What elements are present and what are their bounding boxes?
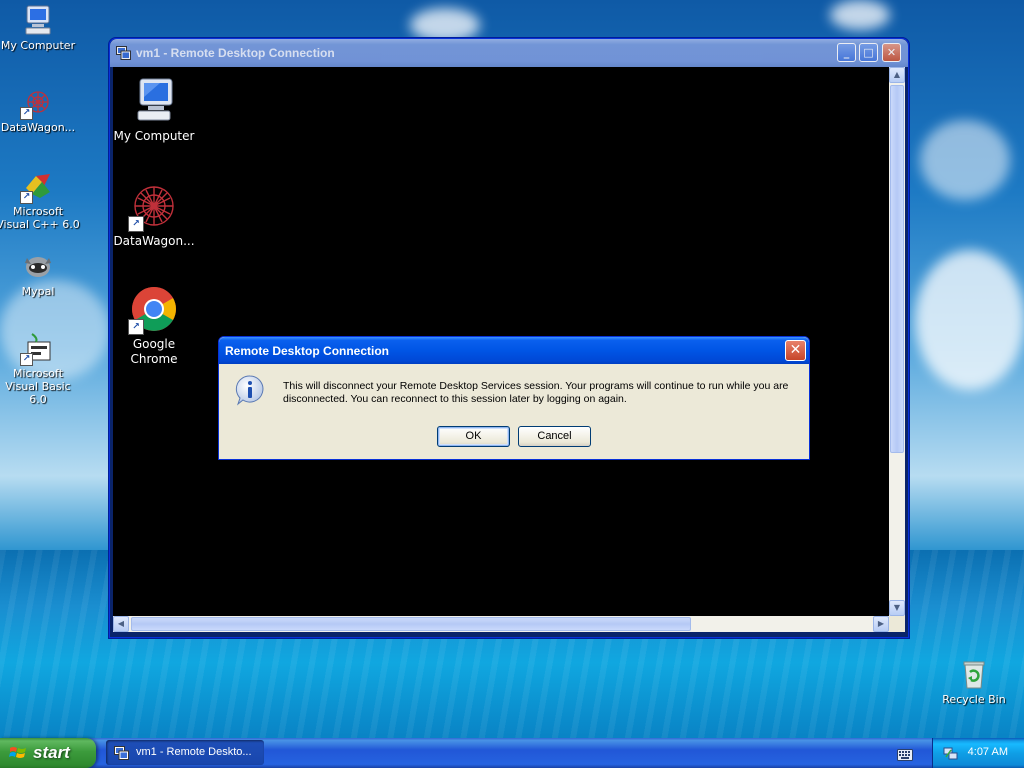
cloud xyxy=(830,0,890,30)
close-icon: ✕ xyxy=(886,46,897,59)
dialog-title-bar[interactable]: Remote Desktop Connection ✕ xyxy=(219,337,809,364)
shortcut-arrow-icon: ↗ xyxy=(20,191,33,204)
dialog-body: This will disconnect your Remote Desktop… xyxy=(222,364,806,456)
desktop-icon-visual-basic[interactable]: ↗ Microsoft Visual Basic 6.0 xyxy=(0,332,81,406)
remote-icon-label: My Computer xyxy=(113,129,195,143)
close-button[interactable]: ✕ xyxy=(882,43,901,62)
shortcut-arrow-icon: ↗ xyxy=(20,353,33,366)
close-icon: ✕ xyxy=(789,342,802,358)
scroll-left-button[interactable]: ◀ xyxy=(113,616,129,632)
remote-icon-datawagon[interactable]: ↗ DataWagon... xyxy=(113,182,195,249)
datawagon-icon: ↗ xyxy=(20,86,54,120)
network-icon[interactable] xyxy=(943,745,959,761)
start-button[interactable]: start xyxy=(0,738,96,768)
scroll-down-button[interactable]: ▼ xyxy=(889,600,905,616)
dialog-close-button[interactable]: ✕ xyxy=(785,340,806,361)
horizontal-scroll-thumb[interactable] xyxy=(131,617,691,631)
shortcut-arrow-icon: ↗ xyxy=(128,319,144,335)
desktop-icon-label: Microsoft Visual Basic 6.0 xyxy=(5,367,71,406)
minimize-button[interactable]: _ xyxy=(837,43,856,62)
start-label: start xyxy=(33,743,70,762)
desktop-icon-label: Recycle Bin xyxy=(942,693,1006,706)
system-tray: 4:07 AM xyxy=(932,738,1024,768)
rdp-title-bar[interactable]: vm1 - Remote Desktop Connection _ □ ✕ xyxy=(110,39,908,67)
my-computer-icon xyxy=(22,4,54,36)
scroll-right-button[interactable]: ▶ xyxy=(873,616,889,632)
cloud xyxy=(920,120,1010,200)
shortcut-arrow-icon: ↗ xyxy=(20,107,33,120)
remote-icon-my-computer[interactable]: My Computer xyxy=(113,77,195,144)
remote-icon-chrome[interactable]: ↗ Google Chrome xyxy=(113,285,195,367)
scroll-up-button[interactable]: ▲ xyxy=(889,67,905,83)
scrollbar-corner xyxy=(889,616,905,632)
shortcut-arrow-icon: ↗ xyxy=(128,216,144,232)
mypal-icon xyxy=(22,250,54,282)
desktop-icon-datawagon[interactable]: ↗ DataWagon... xyxy=(0,86,81,134)
rdp-app-icon xyxy=(116,45,131,60)
ok-button[interactable]: OK xyxy=(437,426,510,447)
info-icon xyxy=(234,374,266,406)
visual-basic-icon: ↗ xyxy=(20,332,54,366)
disconnect-dialog[interactable]: Remote Desktop Connection ✕ This will di… xyxy=(218,336,810,460)
taskbar-item-rdp[interactable]: vm1 - Remote Deskto... xyxy=(106,740,264,765)
recycle-bin-icon xyxy=(958,658,990,690)
desktop-icon-mypal[interactable]: Mypal xyxy=(0,250,81,298)
visual-cpp-icon: ↗ xyxy=(20,170,54,204)
desktop-icon-label: DataWagon... xyxy=(0,121,76,134)
my-computer-icon xyxy=(130,77,178,125)
taskbar-item-label: vm1 - Remote Deskto... xyxy=(136,746,252,758)
keyboard-icon[interactable] xyxy=(897,746,913,761)
minimize-icon: _ xyxy=(843,46,850,59)
rdp-window-title: vm1 - Remote Desktop Connection xyxy=(136,46,335,60)
desktop-icon-visual-cpp[interactable]: ↗ Microsoft Visual C++ 6.0 xyxy=(0,170,81,231)
vertical-scroll-thumb[interactable] xyxy=(890,85,904,453)
rdp-app-icon xyxy=(114,745,129,760)
desktop-icon-label: My Computer xyxy=(0,39,76,52)
windows-logo-icon xyxy=(9,745,27,761)
clock[interactable]: 4:07 AM xyxy=(968,746,1008,758)
cloud xyxy=(410,8,480,42)
desktop-icon-recycle-bin[interactable]: Recycle Bin xyxy=(931,658,1017,706)
remote-icon-label: Google Chrome xyxy=(130,337,178,366)
dialog-message: This will disconnect your Remote Desktop… xyxy=(283,380,789,405)
maximize-button[interactable]: □ xyxy=(859,43,878,62)
datawagon-icon: ↗ xyxy=(128,182,178,232)
desktop-icon-label: Microsoft Visual C++ 6.0 xyxy=(0,205,80,231)
cloud xyxy=(915,250,1024,390)
maximize-icon: □ xyxy=(863,46,874,59)
desktop-icon-label: Mypal xyxy=(21,285,55,298)
remote-icon-label: DataWagon... xyxy=(113,234,195,248)
dialog-title: Remote Desktop Connection xyxy=(225,344,390,358)
cancel-button[interactable]: Cancel xyxy=(518,426,591,447)
vertical-scrollbar[interactable]: ▲ ▼ xyxy=(889,67,905,616)
taskbar: start vm1 - Remote Deskto... 4:07 AM xyxy=(0,738,1024,768)
horizontal-scrollbar[interactable]: ◀ ▶ xyxy=(113,616,889,632)
desktop-icon-my-computer[interactable]: My Computer xyxy=(0,4,81,52)
chrome-icon: ↗ xyxy=(128,285,178,335)
